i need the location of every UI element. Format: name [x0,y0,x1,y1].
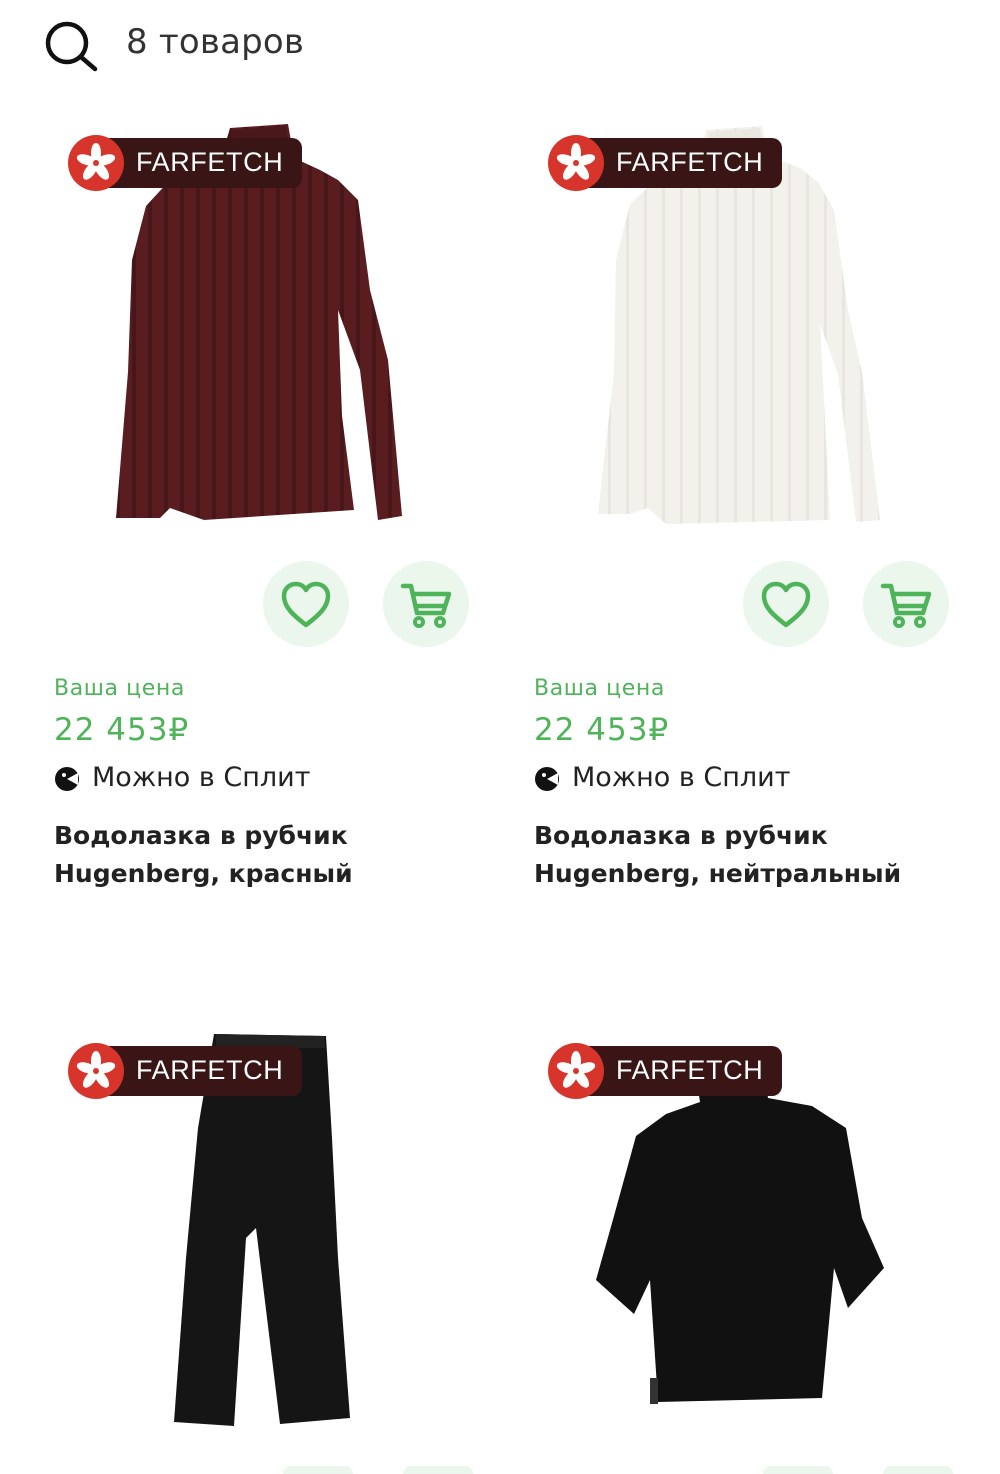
seller-name: FARFETCH [616,1055,764,1085]
product-image[interactable]: FARFETCH [500,1018,960,1458]
add-to-cart-button[interactable] [403,1466,473,1474]
product-title-line1: Водолазка в рубчик [54,821,348,850]
cart-icon [880,583,932,628]
product-image[interactable]: FARFETCH [500,110,960,550]
split-icon [535,767,559,791]
product-title-line1: Водолазка в рубчик [534,821,828,850]
price-label: Ваша цена [54,676,185,701]
product-title-line2: Hugenberg, нейтральный [534,859,902,888]
favorite-button[interactable] [763,1466,833,1474]
split-icon [55,767,79,791]
favorite-button[interactable] [283,1466,353,1474]
seller-name: FARFETCH [136,147,284,177]
split-text: Можно в Сплит [572,762,791,793]
hong-kong-flag-icon [68,135,124,191]
product-title[interactable]: Водолазка в рубчик Hugenberg, нейтральны… [534,817,954,893]
heart-icon [761,581,811,628]
search-header: 8 товаров [0,0,1000,100]
search-icon[interactable] [42,18,102,74]
price: 22 453₽ [534,712,670,748]
product-title-line2: Hugenberg, красный [54,859,353,888]
results-count: 8 товаров [126,22,305,62]
add-to-cart-button[interactable] [863,561,949,647]
product-image[interactable]: FARFETCH [20,1018,480,1458]
seller-name: FARFETCH [136,1055,284,1085]
price-label: Ваша цена [534,676,665,701]
heart-icon [281,581,331,628]
product-title[interactable]: Водолазка в рубчик Hugenberg, красный [54,817,474,893]
add-to-cart-button[interactable] [383,561,469,647]
seller-name: FARFETCH [616,147,764,177]
hong-kong-flag-icon [548,1043,604,1099]
hong-kong-flag-icon [548,135,604,191]
split-text: Можно в Сплит [92,762,311,793]
price: 22 453₽ [54,712,190,748]
add-to-cart-button[interactable] [883,1466,953,1474]
cart-icon [400,583,452,628]
favorite-button[interactable] [743,561,829,647]
hong-kong-flag-icon [68,1043,124,1099]
favorite-button[interactable] [263,561,349,647]
product-image[interactable]: FARFETCH [20,110,480,550]
